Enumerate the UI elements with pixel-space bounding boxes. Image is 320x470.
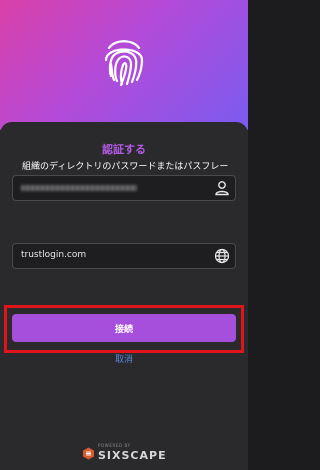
connect-button[interactable]: 接続	[12, 314, 236, 342]
obscured-username-text	[21, 185, 137, 191]
header-banner	[0, 0, 248, 130]
brand-name: SIXSCAPE	[98, 449, 167, 462]
brand-logo: POWERED BY SIXSCAPE	[78, 443, 174, 463]
powered-by-label: POWERED BY	[98, 443, 131, 448]
user-icon	[215, 181, 229, 196]
domain-field[interactable]: trustlogin.com	[12, 243, 236, 269]
sixscape-logo-icon	[83, 447, 94, 460]
dialog-title: 認証する	[102, 143, 146, 156]
fingerprint-icon	[104, 40, 144, 86]
domain-field-value: trustlogin.com	[21, 250, 87, 260]
username-field[interactable]	[12, 175, 236, 201]
cancel-link[interactable]: 取消	[0, 352, 248, 365]
globe-icon	[214, 248, 230, 264]
